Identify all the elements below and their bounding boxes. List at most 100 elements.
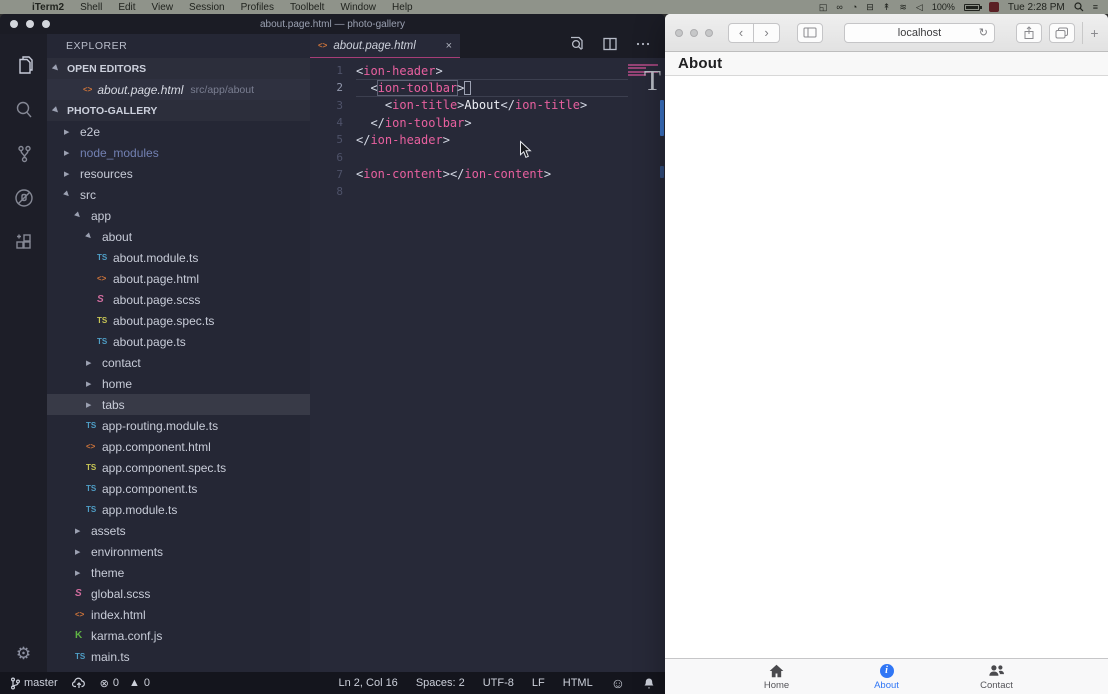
- keychain-icon[interactable]: ↟: [883, 3, 891, 12]
- menu-app[interactable]: iTerm2: [24, 2, 72, 13]
- source-control-icon[interactable]: [0, 132, 47, 176]
- cursor-position[interactable]: Ln 2, Col 16: [338, 677, 397, 689]
- editor-tab-about-page-html[interactable]: <> about.page.html ×: [310, 34, 460, 58]
- zoom-window-button[interactable]: [705, 29, 713, 37]
- problems-indicator[interactable]: ⊗ 0 ▲ 0: [100, 677, 150, 690]
- screen-record-icon[interactable]: ◱: [819, 3, 828, 12]
- code-line-4[interactable]: 4 </ion-toolbar>: [310, 114, 665, 131]
- tree-item-about[interactable]: ▶about: [47, 226, 310, 247]
- ion-tab-home[interactable]: Home: [722, 663, 832, 691]
- spotlight-search-icon[interactable]: [1074, 2, 1084, 12]
- chevron-collapsed-icon[interactable]: ▶: [86, 401, 94, 409]
- tree-item-main-ts[interactable]: TSmain.ts: [47, 646, 310, 667]
- tree-item-environments[interactable]: ▶environments: [47, 541, 310, 562]
- chevron-expanded-icon[interactable]: ▶: [84, 231, 95, 242]
- feedback-smiley-icon[interactable]: ☺: [611, 675, 625, 691]
- tab-overview-button[interactable]: [1049, 23, 1075, 43]
- tree-item-app-component-html[interactable]: <>app.component.html: [47, 436, 310, 457]
- volume-icon[interactable]: ◁: [916, 3, 923, 12]
- address-bar[interactable]: localhost ↻: [844, 23, 995, 43]
- chevron-collapsed-icon[interactable]: ▶: [86, 359, 94, 367]
- back-button[interactable]: ‹: [728, 23, 754, 43]
- menu-help[interactable]: Help: [384, 2, 421, 13]
- tree-item-contact[interactable]: ▶contact: [47, 352, 310, 373]
- tree-item-about-page-ts[interactable]: TSabout.page.ts: [47, 331, 310, 352]
- code-line-2[interactable]: 2 <ion-toolbar>: [310, 79, 665, 96]
- menu-toolbelt[interactable]: Toolbelt: [282, 2, 332, 13]
- language-mode[interactable]: HTML: [563, 677, 593, 689]
- menu-extra-app-icon[interactable]: [989, 2, 999, 12]
- tree-item-home[interactable]: ▶home: [47, 373, 310, 394]
- battery-icon[interactable]: [964, 4, 980, 11]
- menu-window[interactable]: Window: [332, 2, 384, 13]
- close-window-button[interactable]: [675, 29, 683, 37]
- code-line-5[interactable]: 5</ion-header>: [310, 131, 665, 148]
- tree-item-app[interactable]: ▶app: [47, 205, 310, 226]
- ion-tab-about[interactable]: iAbout: [832, 663, 942, 691]
- chevron-expanded-icon[interactable]: ▶: [73, 210, 84, 221]
- new-tab-button[interactable]: +: [1082, 22, 1100, 44]
- tree-item-app-routing-module-ts[interactable]: TSapp-routing.module.ts: [47, 415, 310, 436]
- menu-shell[interactable]: Shell: [72, 2, 110, 13]
- explorer-icon[interactable]: [0, 44, 47, 88]
- indentation[interactable]: Spaces: 2: [416, 677, 465, 689]
- chevron-collapsed-icon[interactable]: ▶: [64, 128, 72, 136]
- split-editor-icon[interactable]: [602, 36, 618, 57]
- tree-item-about-module-ts[interactable]: TSabout.module.ts: [47, 247, 310, 268]
- open-editor-item[interactable]: <> about.page.html src/app/about: [47, 79, 310, 100]
- tree-item-app-component-ts[interactable]: TSapp.component.ts: [47, 478, 310, 499]
- chevron-collapsed-icon[interactable]: ▶: [75, 548, 83, 556]
- vscode-titlebar[interactable]: about.page.html — photo-gallery: [0, 14, 665, 34]
- tree-item-resources[interactable]: ▶resources: [47, 163, 310, 184]
- glasses-icon[interactable]: ∞: [836, 3, 842, 12]
- tree-item-global-scss[interactable]: Sglobal.scss: [47, 583, 310, 604]
- code-line-1[interactable]: 1<ion-header>: [310, 62, 665, 79]
- display-icon[interactable]: ⊟: [866, 3, 874, 12]
- chevron-collapsed-icon[interactable]: ▶: [64, 149, 72, 157]
- wifi-icon[interactable]: ≋: [899, 3, 907, 12]
- menu-view[interactable]: View: [144, 2, 182, 13]
- tree-item-about-page-scss[interactable]: Sabout.page.scss: [47, 289, 310, 310]
- search-icon[interactable]: [0, 88, 47, 132]
- tree-item-src[interactable]: ▶src: [47, 184, 310, 205]
- menu-edit[interactable]: Edit: [110, 2, 143, 13]
- open-preview-icon[interactable]: [568, 35, 585, 57]
- chevron-expanded-icon[interactable]: ▶: [62, 189, 73, 200]
- code-line-7[interactable]: 7<ion-content></ion-content>: [310, 166, 665, 183]
- tree-item-app-module-ts[interactable]: TSapp.module.ts: [47, 499, 310, 520]
- open-editors-header[interactable]: ▶ OPEN EDITORS: [47, 58, 310, 79]
- menu-session[interactable]: Session: [181, 2, 233, 13]
- encoding[interactable]: UTF-8: [483, 677, 514, 689]
- chevron-collapsed-icon[interactable]: ▶: [86, 380, 94, 388]
- time-machine-icon[interactable]: ◔: [852, 3, 857, 12]
- tree-item-tabs[interactable]: ▶tabs: [47, 394, 310, 415]
- notification-center-icon[interactable]: ≡: [1093, 3, 1098, 12]
- code-line-3[interactable]: 3 <ion-title>About</ion-title>: [310, 97, 665, 114]
- chevron-collapsed-icon[interactable]: ▶: [64, 170, 72, 178]
- tree-item-about-page-spec-ts[interactable]: TSabout.page.spec.ts: [47, 310, 310, 331]
- tree-item-e2e[interactable]: ▶e2e: [47, 121, 310, 142]
- chevron-collapsed-icon[interactable]: ▶: [75, 569, 83, 577]
- ion-tab-contact[interactable]: Contact: [942, 663, 1052, 691]
- more-actions-icon[interactable]: [635, 36, 651, 57]
- code-editor[interactable]: T 1<ion-header>2 <ion-toolbar>3 <ion-tit…: [310, 58, 665, 672]
- tree-item-karma-conf-js[interactable]: Kkarma.conf.js: [47, 625, 310, 646]
- reload-icon[interactable]: ↻: [979, 26, 988, 39]
- menu-profiles[interactable]: Profiles: [233, 2, 282, 13]
- code-line-8[interactable]: 8: [310, 183, 665, 200]
- forward-button[interactable]: ›: [754, 23, 780, 43]
- sidebar-toggle-button[interactable]: [797, 23, 823, 43]
- debug-disabled-icon[interactable]: [0, 176, 47, 220]
- git-branch-indicator[interactable]: master: [10, 677, 58, 690]
- sync-indicator[interactable]: [72, 677, 86, 689]
- menubar-clock[interactable]: Tue 2:28 PM: [1008, 2, 1065, 13]
- settings-gear-icon[interactable]: ⚙: [0, 644, 47, 664]
- notifications-bell-icon[interactable]: [643, 677, 655, 690]
- eol[interactable]: LF: [532, 677, 545, 689]
- tab-close-icon[interactable]: ×: [446, 40, 452, 52]
- project-folder-header[interactable]: ▶ PHOTO-GALLERY: [47, 100, 310, 121]
- code-line-6[interactable]: 6: [310, 148, 665, 165]
- tree-item-app-component-spec-ts[interactable]: TSapp.component.spec.ts: [47, 457, 310, 478]
- tree-item-node-modules[interactable]: ▶node_modules: [47, 142, 310, 163]
- tree-item-index-html[interactable]: <>index.html: [47, 604, 310, 625]
